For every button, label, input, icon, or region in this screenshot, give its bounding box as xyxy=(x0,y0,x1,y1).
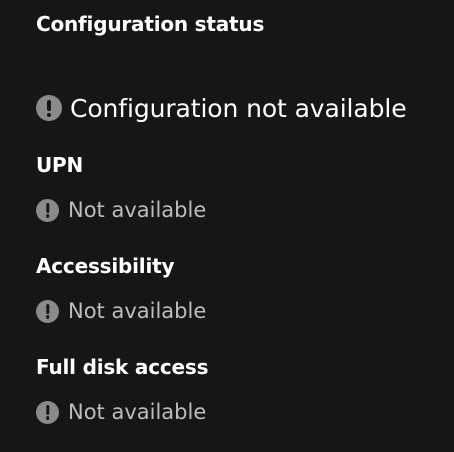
overall-status-text: Configuration not available xyxy=(70,93,407,123)
section-title: Configuration status xyxy=(36,12,265,36)
full-disk-access-status: Not available xyxy=(36,398,206,426)
upn-status: Not available xyxy=(36,196,206,224)
overall-status: Configuration not available xyxy=(36,92,407,124)
exclamation-circle-icon xyxy=(36,95,62,121)
configuration-status-panel: Configuration status Configuration not a… xyxy=(0,0,454,452)
full-disk-access-label: Full disk access xyxy=(36,355,209,379)
upn-status-text: Not available xyxy=(68,198,207,222)
exclamation-circle-icon xyxy=(36,299,59,323)
full-disk-access-status-text: Not available xyxy=(68,400,207,424)
exclamation-circle-icon xyxy=(36,400,59,424)
accessibility-label: Accessibility xyxy=(36,254,175,278)
upn-label: UPN xyxy=(36,153,84,177)
accessibility-status: Not available xyxy=(36,297,206,325)
exclamation-circle-icon xyxy=(36,198,59,222)
accessibility-status-text: Not available xyxy=(68,299,207,323)
